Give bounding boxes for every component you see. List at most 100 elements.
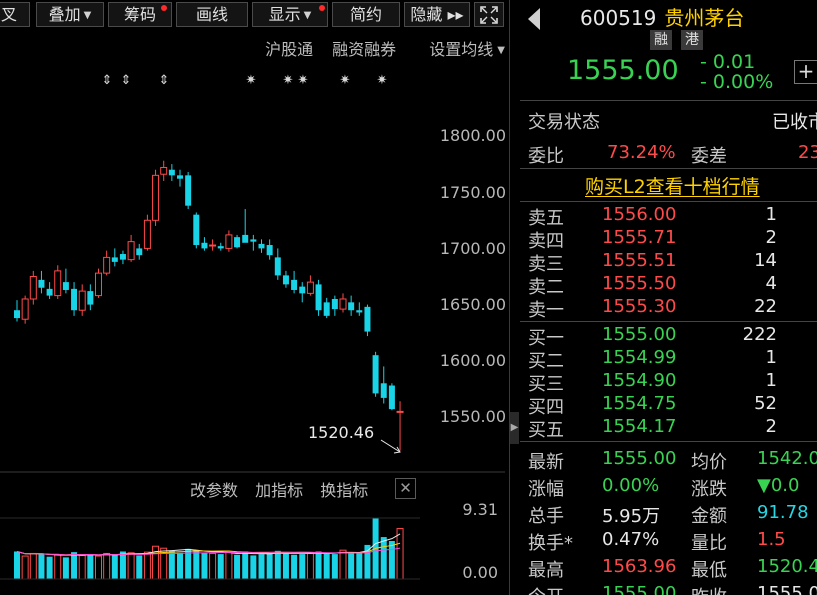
volume-bar [201,552,208,579]
trade-status-label: 交易状态 [528,112,600,133]
candle [111,257,118,262]
event-marker-icon[interactable]: ⇕ [159,73,170,88]
candle [331,298,338,310]
volume-layer [14,518,404,580]
orderbook-volume: 2 [765,416,777,437]
candle [396,410,404,413]
toolbar-label: 叠加 [48,5,81,24]
volume-bar [46,556,53,579]
toolbar-button-chips[interactable]: 筹码 [108,2,172,27]
candle [71,288,78,311]
volume-tick-min: 0.00 [462,563,498,582]
volume-bar [168,550,175,579]
back-arrow-icon[interactable] [528,8,540,30]
event-marker-icon[interactable]: ✷ [246,73,257,88]
orderbook-volume: 222 [742,324,777,345]
event-marker-icon[interactable]: ⇕ [102,73,113,88]
chart-toolbar: 叉 叠加 ▼ 筹码 画线 显示 ▼ 简约 隐藏 ▸▸ [0,0,507,29]
chevron-down-icon: ▼ [83,10,92,21]
stat-label: 最低 [691,560,727,581]
volume-bar [193,550,200,579]
weicha-value: 23 [798,142,817,163]
toolbar-button-hide[interactable]: 隐藏 ▸▸ [404,2,470,27]
event-marker-icon[interactable]: ⇕ [121,73,132,88]
stat-value: 1555.00 [602,448,677,469]
orderbook-volume: 1 [765,204,777,225]
notification-dot-icon [319,5,325,11]
volume-bar [38,554,45,579]
stat-value: 1520.4 [757,556,817,577]
close-indicator-button[interactable]: ✕ [395,478,416,499]
volume-bar [143,551,151,580]
stat-label: 量比 [691,533,727,554]
volume-bar [356,552,363,579]
toolbar-label: 隐藏 ▸▸ [410,5,464,24]
orderbook-price: 1554.90 [602,370,677,391]
candle [168,169,175,176]
volume-bar [242,551,249,579]
candle [372,355,379,394]
divider [520,168,817,169]
chevron-down-icon: ▼ [497,45,505,56]
stat-label: 涨幅 [528,479,564,500]
volume-bar [364,544,371,579]
toolbar-button-overlay[interactable]: 叠加 ▼ [36,2,104,27]
candle [103,256,111,274]
candle [62,282,69,290]
stat-value: 1555.0 [757,583,817,595]
toolbar-label: 显示 [268,5,301,24]
fullscreen-button[interactable] [474,2,504,27]
orderbook-price: 1554.99 [602,347,677,368]
ma-settings-button[interactable]: 设置均线 ▼ [415,40,505,59]
volume-bar [87,554,94,579]
volume-bar [250,555,257,579]
stock-code: 600519 [580,6,657,30]
volume-bar [62,557,69,579]
modify-params-button[interactable]: 改参数 [190,481,238,500]
event-marker-icon[interactable]: ✷ [377,73,388,88]
orderbook-volume: 2 [765,227,777,248]
buy-l2-link[interactable]: 购买L2查看十档行情 [585,172,760,199]
toolbar-button-draw[interactable]: 画线 [176,2,248,27]
fullscreen-icon [480,6,498,24]
candle [14,310,20,319]
divider [520,441,817,442]
volume-bar [323,553,330,579]
candle [54,270,62,297]
event-marker-icon[interactable]: ✷ [340,73,351,88]
hk-connect-link[interactable]: 沪股通 [265,40,313,59]
event-marker-icon[interactable]: ✷ [283,73,294,88]
candle [160,166,168,175]
stat-label: 总手 [528,506,564,527]
indicator-toolbar: 改参数 加指标 换指标 [190,477,380,501]
candle [127,241,135,261]
stat-value: 1542.0 [757,448,817,469]
add-indicator-button[interactable]: 加指标 [255,481,303,500]
margin-trading-link[interactable]: 融资融券 [332,40,396,59]
toolbar-button-simple[interactable]: 简约 [332,2,400,27]
stat-label: 最高 [528,560,564,581]
orderbook-price: 1555.71 [602,227,677,248]
volume-bar [217,554,224,579]
stat-value: 1.5 [757,529,786,550]
stat-label: 昨收 [691,583,727,595]
volume-ma-line [16,533,401,556]
stat-label: 换手* [528,533,573,554]
panel-divider [509,0,510,595]
event-marker-icon[interactable]: ✷ [298,73,309,88]
candle [380,383,387,398]
ma-settings-label: 设置均线 [429,40,494,59]
add-watchlist-button[interactable]: + [794,60,817,84]
toolbar-button-0[interactable]: 叉 [0,2,30,27]
orderbook-volume: 1 [765,370,777,391]
collapse-panel-button[interactable]: ▶ [510,412,519,444]
volume-bar [71,552,78,579]
candle [225,234,233,249]
stat-value: 91.78 [757,502,809,523]
toolbar-button-display[interactable]: 显示 ▼ [252,2,328,27]
candle [356,310,363,313]
switch-indicator-button[interactable]: 换指标 [320,481,368,500]
orderbook-label: 买五 [528,420,564,441]
hk-connect-badge: 港 [681,30,703,50]
candle [29,276,37,300]
